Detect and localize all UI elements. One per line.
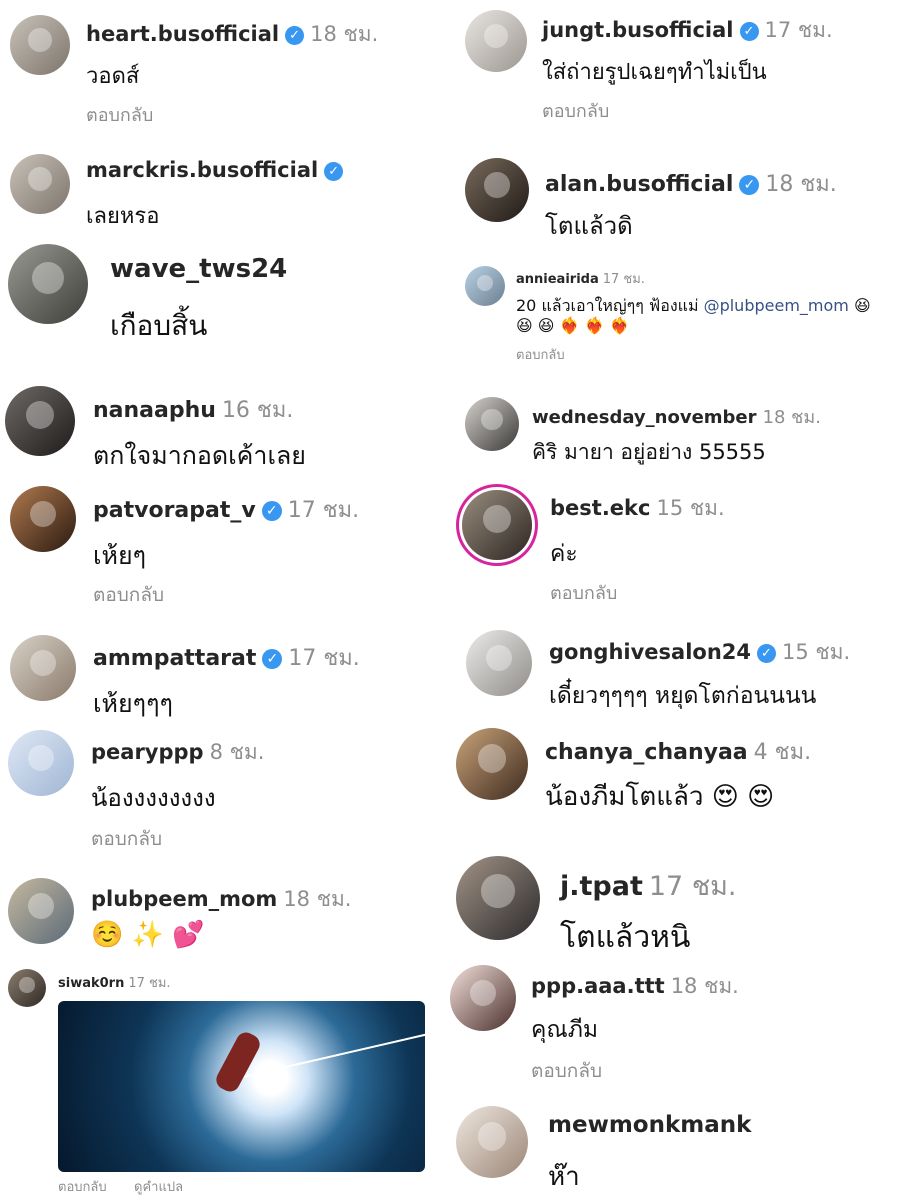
comment-time: 18 ชม.	[310, 22, 379, 46]
user-avatar[interactable]	[456, 856, 540, 940]
reply-button[interactable]: ตอบกลับ	[531, 1056, 602, 1086]
username[interactable]: alan.busofficial	[545, 172, 733, 197]
username[interactable]: best.ekc	[550, 496, 650, 520]
username[interactable]: wave_tws24	[110, 254, 287, 284]
verified-check-icon: ✓	[261, 501, 282, 521]
comment-text: น้องงงงงงงง	[91, 784, 216, 812]
user-avatar[interactable]	[8, 244, 88, 324]
user-avatar[interactable]	[456, 728, 528, 800]
user-avatar[interactable]	[8, 730, 74, 796]
user-avatar[interactable]	[10, 15, 70, 75]
username[interactable]: plubpeem_mom	[91, 887, 277, 911]
comment-time: 18 ชม.	[762, 407, 821, 428]
comment-text: เกือบสิ้น	[110, 309, 208, 342]
comment-text: ห๊า	[548, 1162, 580, 1192]
comment-time: 15 ชม.	[656, 496, 725, 520]
comment-time: 16 ชม.	[221, 398, 294, 423]
comment-time: 17 ชม.	[764, 18, 833, 42]
comment-time: 17 ชม.	[288, 646, 360, 671]
user-avatar[interactable]	[462, 490, 532, 560]
reply-button[interactable]: ตอบกลับ	[550, 578, 617, 607]
comment-time: 17 ชม.	[602, 272, 645, 287]
user-avatar[interactable]	[10, 635, 76, 701]
reply-button[interactable]: ตอบกลับ	[542, 96, 609, 125]
verified-check-icon: ✓	[739, 175, 760, 195]
comment-time: 17 ชม.	[128, 976, 171, 991]
username[interactable]: mewmonkmank	[548, 1112, 751, 1138]
username[interactable]: j.tpat	[560, 871, 643, 902]
verified-check-icon: ✓	[757, 643, 776, 663]
username[interactable]: siwak0rn	[58, 976, 124, 991]
comment-text: ☺️ ✨ 💕	[91, 920, 205, 950]
user-avatar[interactable]	[465, 158, 529, 222]
user-avatar[interactable]	[450, 965, 516, 1031]
user-avatar[interactable]	[456, 1106, 528, 1178]
user-avatar[interactable]	[465, 397, 519, 451]
user-avatar[interactable]	[466, 630, 532, 696]
user-avatar[interactable]	[465, 266, 505, 306]
verified-check-icon: ✓	[285, 25, 305, 45]
user-avatar[interactable]	[10, 154, 70, 214]
verified-check-icon: ✓	[739, 21, 759, 41]
username[interactable]: ppp.aaa.ttt	[531, 974, 665, 998]
username[interactable]: annieairida	[516, 272, 599, 287]
comment-time: 4 ชม.	[753, 740, 812, 765]
comment-text: ตกใจมากอดเค้าเลย	[93, 441, 306, 470]
comment-text: น้องภีมโตแล้ว 😍 😍	[545, 782, 775, 812]
comment-text: โตแล้วหนิ	[560, 920, 691, 955]
comment-text: เดี๋ยวๆๆๆๆ หยุดโตก่อนนนน	[549, 683, 817, 709]
comment-text: วอดส์	[86, 64, 140, 89]
comment-text-line2: 😆 😆 ❤️‍🔥 ❤️‍🔥 ❤️‍🔥	[516, 316, 630, 335]
mention-link[interactable]: @plubpeem_mom	[704, 296, 849, 315]
username[interactable]: chanya_chanyaa	[545, 740, 748, 765]
comment-time: 15 ชม.	[782, 640, 851, 664]
comment-text: เห้ยๆๆๆ	[93, 689, 173, 718]
verified-check-icon: ✓	[324, 161, 344, 181]
comment-time: 18 ชม.	[283, 887, 352, 911]
reply-button[interactable]: ตอบกลับ	[58, 1176, 107, 1197]
username[interactable]: marckris.busofficial	[86, 158, 318, 182]
comment-time: 18 ชม.	[670, 974, 739, 998]
user-avatar[interactable]	[10, 486, 76, 552]
username[interactable]: wednesday_november	[532, 407, 757, 428]
verified-check-icon: ✓	[262, 649, 283, 669]
reply-button[interactable]: ตอบกลับ	[93, 580, 164, 610]
username[interactable]: heart.busofficial	[86, 22, 279, 46]
username[interactable]: gonghivesalon24	[549, 640, 751, 664]
comment-text: ค่ะ	[550, 541, 578, 567]
username[interactable]: patvorapat_v	[93, 498, 256, 523]
user-avatar[interactable]	[5, 386, 75, 456]
username[interactable]: jungt.busofficial	[542, 18, 734, 42]
comment-text: เห้ยๆ	[93, 541, 147, 570]
comment-text: เลยหรอ	[86, 204, 160, 229]
gif-rope-line	[237, 1025, 425, 1079]
gif-figure	[212, 1028, 264, 1096]
comment-text: โตแล้วดิ	[545, 212, 633, 240]
username[interactable]: ammpattarat	[93, 646, 256, 671]
comment-text: ใส่ถ่ายรูปเฉยๆทำไม่เป็น	[542, 60, 767, 85]
comment-time: 17 ชม.	[648, 871, 737, 902]
comment-time: 18 ชม.	[765, 172, 837, 197]
username[interactable]: pearyppp	[91, 740, 204, 764]
reply-button[interactable]: ตอบกลับ	[516, 344, 565, 365]
comment-text: คุณภีม	[531, 1017, 599, 1043]
gif-attachment[interactable]	[58, 1001, 425, 1172]
comment-time: 8 ชม.	[209, 740, 265, 764]
translate-button[interactable]: ดูคำแปล	[134, 1176, 183, 1197]
user-avatar[interactable]	[8, 878, 74, 944]
comment-text: คิริ มายา อยู่อย่าง 55555	[532, 440, 766, 464]
comment-time: 17 ชม.	[287, 498, 360, 523]
user-avatar[interactable]	[465, 10, 527, 72]
user-avatar[interactable]	[8, 969, 46, 1007]
username[interactable]: nanaaphu	[93, 398, 216, 423]
reply-button[interactable]: ตอบกลับ	[91, 824, 162, 854]
reply-button[interactable]: ตอบกลับ	[86, 100, 153, 129]
